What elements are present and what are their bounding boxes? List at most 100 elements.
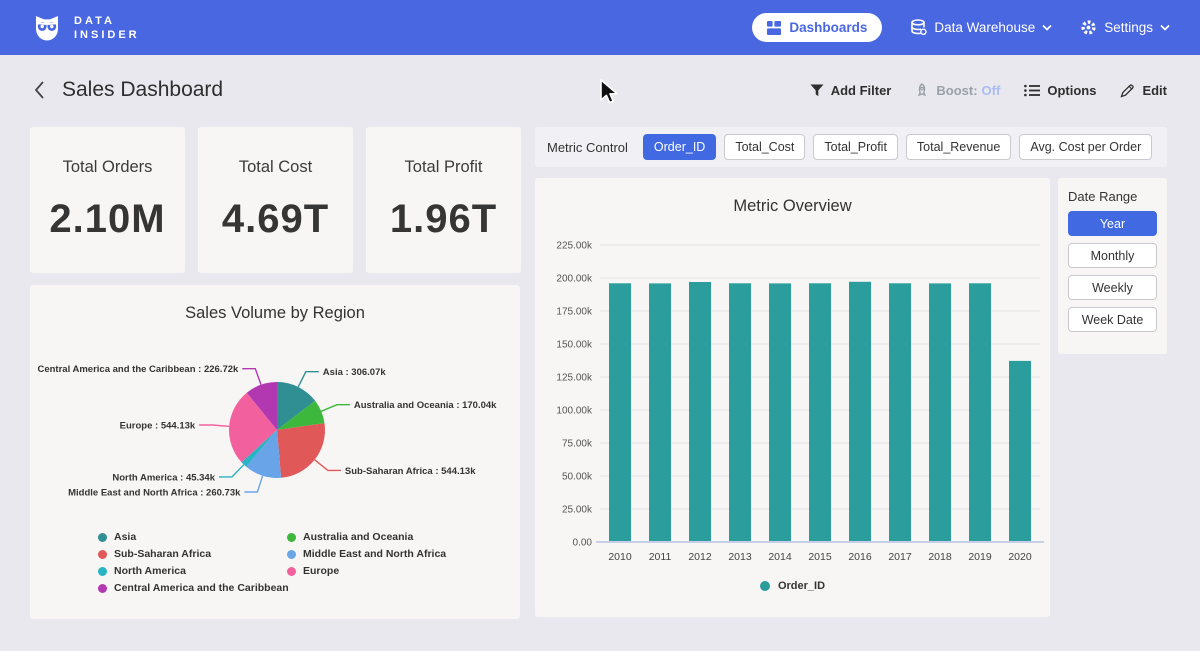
pie-legend-item-asia[interactable]: Asia [98, 531, 287, 543]
bar-2018[interactable] [929, 283, 951, 541]
page-title: Sales Dashboard [62, 78, 223, 102]
options-label: Options [1047, 83, 1096, 98]
legend-label: Europe [303, 565, 339, 577]
x-axis-tick-label: 2014 [768, 551, 792, 563]
y-axis-tick-label: 25.00k [562, 505, 593, 516]
x-axis-tick-label: 2010 [608, 551, 632, 563]
pie-slice-label: Middle East and North Africa : 260.73k [68, 488, 241, 499]
legend-label: Sub-Saharan Africa [114, 548, 211, 560]
metric-option-total-profit[interactable]: Total_Profit [813, 134, 898, 160]
kpi-card-total-cost: Total Cost 4.69T [198, 127, 353, 273]
legend-dot [98, 584, 107, 593]
pie-legend-item-europe[interactable]: Europe [287, 565, 446, 577]
dashboards-button[interactable]: Dashboards [752, 13, 882, 42]
y-axis-tick-label: 75.00k [562, 439, 593, 450]
database-icon [910, 19, 927, 36]
metric-option-order-id[interactable]: Order_ID [643, 134, 716, 160]
metric-option-avg-cost-per-order[interactable]: Avg. Cost per Order [1019, 134, 1152, 160]
bar-2012[interactable] [689, 282, 711, 541]
pie-slice-label: Europe : 544.13k [120, 421, 196, 432]
kpi-label: Total Orders [63, 158, 153, 177]
date-range-options: Year Monthly Weekly Week Date [1068, 211, 1157, 332]
bar-chart-svg: 0.0025.00k50.00k75.00k100.00k125.00k150.… [535, 230, 1050, 575]
boost-state: Off [982, 83, 1001, 98]
pie-legend-item-middle-east-and-north-africa[interactable]: Middle East and North Africa [287, 548, 446, 560]
date-range-option-year[interactable]: Year [1068, 211, 1157, 236]
bar-2010[interactable] [609, 283, 631, 541]
bar-2013[interactable] [729, 283, 751, 541]
add-filter-label: Add Filter [831, 83, 892, 98]
pie-chart-svg: Asia : 306.07kAustralia and Oceania : 17… [30, 331, 520, 529]
pie-leader-line [244, 476, 262, 492]
pie-leader-line [199, 425, 229, 426]
pie-legend-column-2: Australia and Oceania Middle East and Nor… [287, 531, 446, 594]
x-axis-tick-label: 2011 [649, 551, 672, 563]
kpi-row: Total Orders 2.10M Total Cost 4.69T Tota… [30, 127, 521, 273]
kpi-value: 4.69T [222, 197, 329, 242]
date-range-panel: Date Range YearMonthlyWeeklyWeek Date [1058, 178, 1167, 354]
bar-2015[interactable] [809, 283, 831, 541]
app-screen: DATA INSIDER Dashboards D [0, 0, 1200, 651]
pie-legend-item-north-america[interactable]: North America [98, 565, 287, 577]
metric-control-label: Metric Control [547, 140, 628, 155]
date-range-option-weekly[interactable]: Weekly [1068, 275, 1157, 300]
options-button[interactable]: Options [1024, 83, 1096, 98]
back-button[interactable] [33, 80, 45, 100]
kpi-card-total-orders: Total Orders 2.10M [30, 127, 185, 273]
bar-2019[interactable] [969, 283, 991, 541]
boost-toggle[interactable]: Boost: Off [915, 83, 1000, 98]
bar-2011[interactable] [649, 283, 671, 541]
data-warehouse-menu[interactable]: Data Warehouse [910, 19, 1052, 36]
edit-button[interactable]: Edit [1120, 83, 1167, 98]
kpi-value: 2.10M [49, 197, 165, 242]
kpi-label: Total Profit [405, 158, 483, 177]
x-axis-tick-label: 2013 [728, 551, 752, 563]
y-axis-tick-label: 200.00k [556, 274, 593, 285]
pie-slice-sub-saharan-africa[interactable] [277, 423, 325, 478]
y-axis-tick-label: 50.00k [562, 472, 593, 483]
bar-chart-title: Metric Overview [535, 178, 1050, 216]
gear-icon [1080, 19, 1097, 36]
x-axis-tick-label: 2015 [808, 551, 832, 563]
edit-label: Edit [1142, 83, 1167, 98]
settings-menu[interactable]: Settings [1080, 19, 1170, 36]
bar-2020[interactable] [1009, 361, 1031, 541]
y-axis-tick-label: 150.00k [556, 340, 593, 351]
brand-logo[interactable]: DATA INSIDER [30, 11, 140, 45]
settings-label: Settings [1104, 20, 1153, 35]
data-warehouse-label: Data Warehouse [934, 20, 1035, 35]
metric-option-total-revenue[interactable]: Total_Revenue [906, 134, 1011, 160]
filter-funnel-icon [810, 84, 824, 97]
legend-label: Central America and the Caribbean [114, 582, 289, 594]
bar-2016[interactable] [849, 282, 871, 541]
top-nav: DATA INSIDER Dashboards D [0, 0, 1200, 55]
date-range-option-monthly[interactable]: Monthly [1068, 243, 1157, 268]
date-range-option-week-date[interactable]: Week Date [1068, 307, 1157, 332]
kpi-value: 1.96T [390, 197, 497, 242]
y-axis-tick-label: 225.00k [556, 241, 593, 252]
pie-legend-item-sub-saharan-africa[interactable]: Sub-Saharan Africa [98, 548, 287, 560]
owl-logo-icon [30, 11, 64, 45]
bar-2017[interactable] [889, 283, 911, 541]
add-filter-button[interactable]: Add Filter [810, 83, 892, 98]
brand-line2: INSIDER [74, 29, 140, 41]
list-options-icon [1024, 84, 1040, 97]
legend-label: North America [114, 565, 186, 577]
pie-legend-item-australia-and-oceania[interactable]: Australia and Oceania [287, 531, 446, 543]
pie-slice-label: North America : 45.34k [112, 472, 215, 483]
pie-legend-item-central-america-and-the-caribbean[interactable]: Central America and the Caribbean [98, 582, 287, 594]
kpi-card-total-profit: Total Profit 1.96T [366, 127, 521, 273]
header-toolbar: Add Filter Boost: Off Options [810, 83, 1167, 98]
legend-dot [98, 550, 107, 559]
legend-label: Asia [114, 531, 136, 543]
kpi-label: Total Cost [239, 158, 312, 177]
bar-2014[interactable] [769, 283, 791, 541]
chevron-down-icon [1160, 24, 1170, 31]
boost-label: Boost: [936, 83, 977, 98]
page-header: Sales Dashboard Add Filter Boost: Off [0, 55, 1200, 125]
legend-label: Australia and Oceania [303, 531, 413, 543]
metric-option-total-cost[interactable]: Total_Cost [724, 134, 805, 160]
pie-chart-card: Sales Volume by Region Asia : 306.07kAus… [30, 285, 520, 619]
x-axis-tick-label: 2017 [888, 551, 912, 563]
bar-chart-card: Metric Overview 0.0025.00k50.00k75.00k10… [535, 178, 1050, 617]
